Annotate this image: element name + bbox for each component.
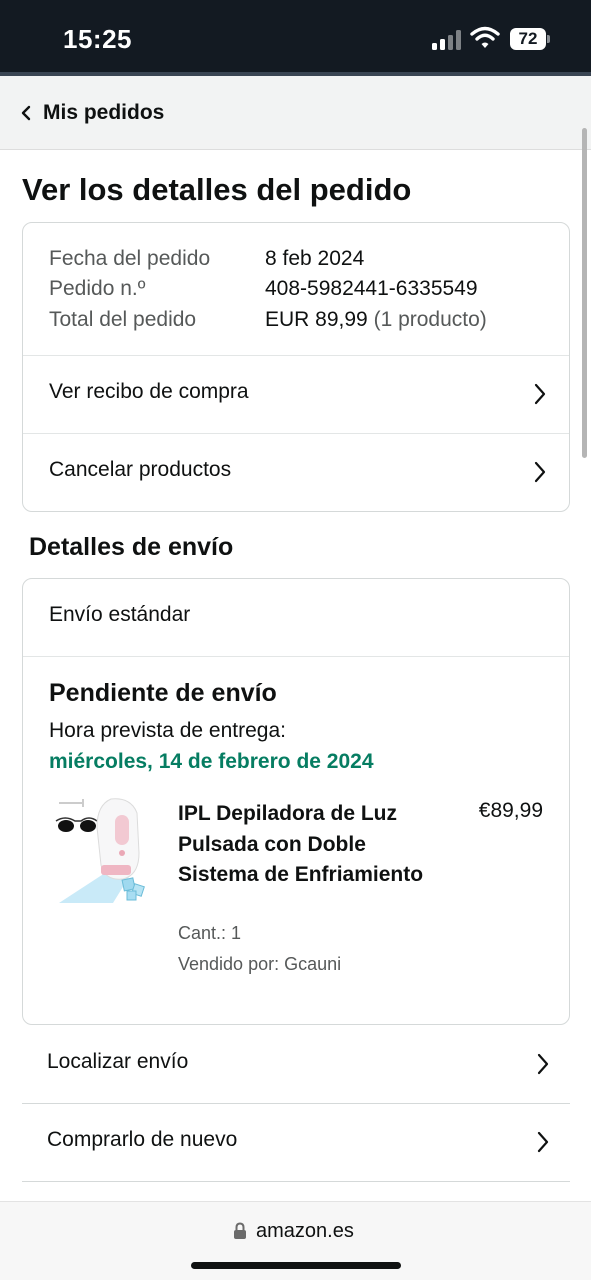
divider xyxy=(23,656,569,657)
back-to-orders-link[interactable]: Mis pedidos xyxy=(0,76,591,150)
order-total-value: EUR 89,99 xyxy=(265,308,368,331)
battery-icon: 72 xyxy=(510,28,550,50)
page-title: Ver los detalles del pedido xyxy=(22,172,412,207)
order-date-value: 8 feb 2024 xyxy=(265,247,365,270)
status-time: 15:25 xyxy=(63,24,132,54)
home-indicator[interactable] xyxy=(191,1262,401,1269)
product-image[interactable] xyxy=(53,795,149,905)
buy-again-link[interactable]: Comprarlo de nuevo xyxy=(22,1104,570,1182)
track-package-label: Localizar envío xyxy=(47,1050,189,1073)
order-number-label: Pedido n.º xyxy=(49,277,146,300)
view-receipt-label: Ver recibo de compra xyxy=(49,380,249,403)
view-receipt-link[interactable]: Ver recibo de compra xyxy=(23,356,569,433)
chevron-right-icon xyxy=(534,383,546,405)
order-date-label: Fecha del pedido xyxy=(49,247,211,270)
order-total-value-group: EUR 89,99 (1 producto) xyxy=(265,308,487,332)
product-title-link[interactable]: IPL Depiladora de Luz Pulsada con Doble … xyxy=(178,799,433,891)
order-total-items: (1 producto) xyxy=(373,308,487,331)
order-summary-card: Fecha del pedido 8 feb 2024 Pedido n.º 4… xyxy=(22,222,570,512)
chevron-left-icon xyxy=(21,105,31,121)
order-number-value: 408-5982441-6335549 xyxy=(265,277,478,300)
shipping-section-title: Detalles de envío xyxy=(29,533,234,561)
eta-label: Hora prevista de entrega: xyxy=(49,719,286,742)
lock-icon xyxy=(234,1222,246,1239)
scrollbar[interactable] xyxy=(582,128,587,458)
shipping-method: Envío estándar xyxy=(49,603,191,626)
back-label: Mis pedidos xyxy=(43,101,165,124)
domain-text: amazon.es xyxy=(256,1220,354,1242)
product-price: €89,99 xyxy=(478,799,543,822)
chevron-right-icon xyxy=(534,461,546,483)
shipment-status: Pendiente de envío xyxy=(49,679,277,707)
eta-date: miércoles, 14 de febrero de 2024 xyxy=(49,750,374,773)
product-quantity: Cant.: 1 xyxy=(178,923,242,943)
cancel-products-label: Cancelar productos xyxy=(49,458,232,481)
chevron-right-icon xyxy=(537,1053,549,1075)
signal-icon xyxy=(432,30,464,50)
shipping-card: Envío estándar Pendiente de envío Hora p… xyxy=(22,578,570,1025)
track-package-link[interactable]: Localizar envío xyxy=(22,1026,570,1104)
product-seller: Vendido por: Gcauni xyxy=(178,954,342,974)
order-total-label: Total del pedido xyxy=(49,308,197,331)
browser-address-bar[interactable]: amazon.es xyxy=(0,1201,591,1280)
buy-again-label: Comprarlo de nuevo xyxy=(47,1128,238,1151)
cancel-products-link[interactable]: Cancelar productos xyxy=(23,434,569,511)
wifi-icon xyxy=(470,26,500,48)
battery-level: 72 xyxy=(510,28,546,50)
status-bar: 15:25 72 xyxy=(0,0,591,72)
chevron-right-icon xyxy=(537,1131,549,1153)
